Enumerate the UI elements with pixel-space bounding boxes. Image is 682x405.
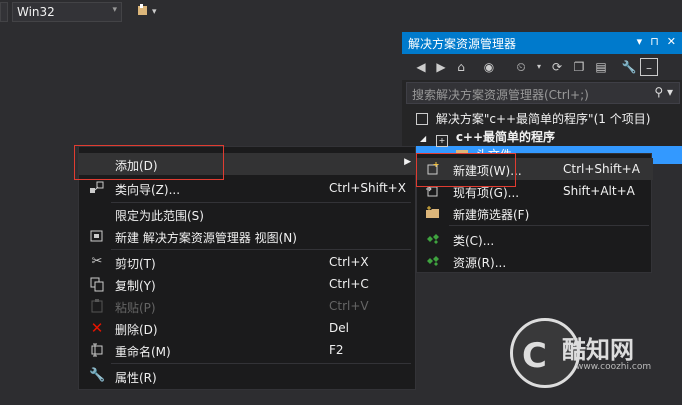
submenu-item-existing-item[interactable]: 现有项(G)... Shift+Alt+A [417,180,653,202]
new-item-icon [425,161,441,177]
configuration-dropdown[interactable] [0,2,8,22]
submenu-item-label: 新建筛选器(F) [453,208,530,222]
pending-changes-filter-icon[interactable]: ⏲ [512,58,530,76]
find-in-files-icon[interactable] [136,3,152,19]
resource-icon [425,253,441,269]
submenu-item-class[interactable]: 类(C)... [417,228,653,250]
menu-item-label: 复制(Y) [115,279,156,293]
watermark-brand: 酷知网 [562,336,634,364]
new-filter-icon [425,205,441,221]
menu-item-shortcut: Ctrl+V [329,299,369,313]
toolbar-overflow-icon[interactable]: ▾ [152,7,168,23]
submenu-item-label: 现有项(G)... [453,186,520,200]
tree-item-solution-label: 解决方案"c++最简单的程序"(1 个项目) [435,112,651,126]
menu-item-label: 剪切(T) [115,257,156,271]
menu-item-label: 重命名(M) [115,345,171,359]
submenu-item-label: 资源(R)... [453,256,507,270]
menu-item-properties[interactable]: 🔧 属性(R) [79,365,417,387]
menu-item-label: 删除(D) [115,323,158,337]
forward-icon[interactable]: ▶ [432,58,450,76]
menu-item-class-wizard[interactable]: 类向导(Z)... Ctrl+Shift+X [79,177,417,199]
menu-item-label: 类向导(Z)... [115,183,181,197]
submenu-item-new-item[interactable]: 新建项(W)... Ctrl+Shift+A [417,158,653,180]
rename-icon [89,342,105,358]
paste-icon [89,298,105,314]
menu-item-label: 限定为此范围(S) [115,209,204,223]
context-menu: 添加(D) ▶ 类向导(Z)... Ctrl+Shift+X 限定为此范围(S)… [78,146,417,390]
class-wizard-icon [89,180,105,196]
tree-item-project[interactable]: ◢ + c++最简单的程序 [420,128,555,148]
preview-selected-items-icon[interactable]: – [640,58,658,76]
watermark: C 酷知网 www.coozhi.com [500,318,666,394]
collapse-all-icon[interactable]: ❐ [570,58,588,76]
platform-dropdown[interactable]: Win32 ▾ [12,2,122,22]
expand-arrow-icon[interactable]: ◢ [420,134,426,143]
menu-item-delete[interactable]: ✕ 删除(D) Del [79,317,417,339]
search-icon[interactable]: ⚲ ▾ [654,85,673,99]
watermark-logo-letter: C [522,336,547,376]
cut-icon: ✂ [91,254,103,269]
menu-item-add[interactable]: 添加(D) ▶ [79,153,417,175]
show-all-files-icon[interactable]: ▤ [592,58,610,76]
menu-item-rename[interactable]: 重命名(M) F2 [79,339,417,361]
solution-explorer-toolbar: ◀ ▶ ⌂ ◉ ⏲ ▾ ⟳ ❐ ▤ 🔧 – [402,54,682,80]
tree-item-solution[interactable]: 解决方案"c++最简单的程序"(1 个项目) [416,110,650,130]
menu-item-shortcut: Ctrl+X [329,255,369,269]
menu-item-label: 属性(R) [115,371,157,385]
menu-item-shortcut: F2 [329,343,344,357]
properties-wrench-icon[interactable]: 🔧 [620,58,638,76]
submenu-item-resource[interactable]: 资源(R)... [417,250,653,272]
menu-separator [111,249,411,250]
submenu-item-shortcut: Shift+Alt+A [563,184,635,198]
submenu-item-label: 类(C)... [453,234,495,248]
solution-explorer-search-input[interactable]: 搜索解决方案资源管理器(Ctrl+;) ⚲ ▾ [406,82,680,104]
menu-item-label: 粘贴(P) [115,301,156,315]
back-icon[interactable]: ◀ [412,58,430,76]
menu-item-shortcut: Del [329,321,349,335]
platform-value: Win32 [17,5,55,19]
submenu-item-new-filter[interactable]: 新建筛选器(F) [417,202,653,224]
chevron-down-icon[interactable]: ▾ [530,58,548,76]
menu-item-shortcut: Ctrl+C [329,277,369,291]
chevron-down-icon: ▾ [112,5,117,15]
pin-icon[interactable]: ⊓ [650,35,659,48]
solution-icon [416,113,428,125]
sync-icon[interactable]: ⟳ [548,58,566,76]
top-toolbar: Win32 ▾ ▾ [0,0,682,26]
add-submenu: 新建项(W)... Ctrl+Shift+A 现有项(G)... Shift+A… [416,153,653,273]
menu-item-shortcut: Ctrl+Shift+X [329,181,406,195]
close-icon[interactable]: ✕ [667,35,676,48]
submenu-arrow-icon: ▶ [404,157,411,167]
menu-item-paste[interactable]: 粘贴(P) Ctrl+V [79,295,417,317]
menu-item-new-solution-explorer-view[interactable]: 新建 解决方案资源管理器 视图(N) [79,225,417,247]
new-view-icon [89,228,105,244]
solution-explorer-title: 解决方案资源管理器 [408,37,517,51]
menu-item-copy[interactable]: 复制(Y) Ctrl+C [79,273,417,295]
window-position-dropdown-icon[interactable]: ▾ [637,35,643,48]
switch-views-icon[interactable]: ◉ [480,58,498,76]
delete-icon: ✕ [90,319,104,337]
home-icon[interactable]: ⌂ [452,58,470,76]
solution-explorer-panel: 解决方案资源管理器 ▾ ⊓ ✕ ◀ ▶ ⌂ ◉ ⏲ ▾ ⟳ ❐ ▤ 🔧 – 搜索… [402,32,682,164]
tree-item-project-label: c++最简单的程序 [455,130,556,144]
submenu-separator [449,225,649,226]
existing-item-icon [425,183,441,199]
copy-icon [89,276,105,292]
menu-item-label: 添加(D) [115,159,158,173]
cpp-project-icon: + [435,135,448,147]
search-placeholder: 搜索解决方案资源管理器(Ctrl+;) [412,88,589,102]
menu-item-scope-to-this[interactable]: 限定为此范围(S) [79,203,417,225]
class-icon [425,231,441,247]
menu-separator [111,363,411,364]
menu-item-label: 新建 解决方案资源管理器 视图(N) [115,231,297,245]
menu-item-cut[interactable]: ✂ 剪切(T) Ctrl+X [79,251,417,273]
submenu-item-shortcut: Ctrl+Shift+A [563,162,640,176]
watermark-url: www.coozhi.com [576,362,652,372]
properties-icon: 🔧 [89,368,106,383]
solution-explorer-title-bar: 解决方案资源管理器 ▾ ⊓ ✕ [402,32,682,54]
submenu-item-label: 新建项(W)... [453,164,522,178]
